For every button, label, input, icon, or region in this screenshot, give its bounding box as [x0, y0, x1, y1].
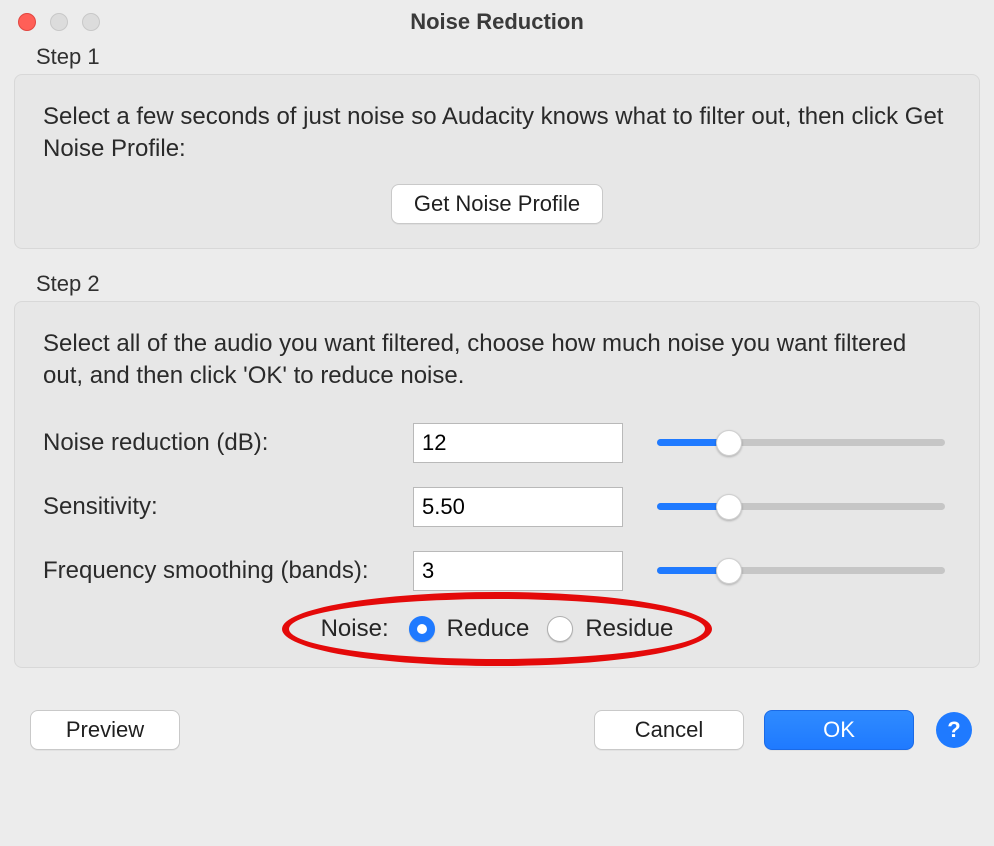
noise-reduction-row: Noise reduction (dB): — [43, 423, 951, 463]
noise-mode-residue-label: Residue — [585, 615, 673, 643]
frequency-smoothing-row: Frequency smoothing (bands): — [43, 551, 951, 591]
noise-mode-label: Noise: — [321, 615, 389, 643]
noise-reduction-slider[interactable] — [657, 431, 945, 455]
frequency-smoothing-slider[interactable] — [657, 559, 945, 583]
radio-icon — [409, 616, 435, 642]
radio-icon — [547, 616, 573, 642]
noise-mode-reduce-option[interactable]: Reduce — [409, 615, 530, 643]
noise-reduction-input[interactable] — [413, 423, 623, 463]
get-noise-profile-button[interactable]: Get Noise Profile — [391, 184, 603, 224]
frequency-smoothing-label: Frequency smoothing (bands): — [43, 557, 413, 585]
window-zoom-button[interactable] — [82, 13, 100, 31]
help-button[interactable]: ? — [936, 712, 972, 748]
noise-mode-reduce-label: Reduce — [447, 615, 530, 643]
titlebar: Noise Reduction — [0, 0, 994, 44]
window-close-button[interactable] — [18, 13, 36, 31]
window-title: Noise Reduction — [0, 9, 994, 35]
preview-button[interactable]: Preview — [30, 710, 180, 750]
noise-reduction-label: Noise reduction (dB): — [43, 429, 413, 457]
sensitivity-label: Sensitivity: — [43, 493, 413, 521]
frequency-smoothing-input[interactable] — [413, 551, 623, 591]
window-minimize-button[interactable] — [50, 13, 68, 31]
sensitivity-row: Sensitivity: — [43, 487, 951, 527]
step2-instructions: Select all of the audio you want filtere… — [43, 328, 951, 393]
noise-mode-row: Noise: Reduce Residue — [43, 615, 951, 643]
step2-heading: Step 2 — [36, 271, 994, 297]
ok-button[interactable]: OK — [764, 710, 914, 750]
step2-params: Noise reduction (dB): Sensitivity: — [43, 423, 951, 591]
step1-group: Select a few seconds of just noise so Au… — [14, 74, 980, 249]
step2-group: Select all of the audio you want filtere… — [14, 301, 980, 668]
slider-thumb[interactable] — [716, 558, 742, 584]
window-controls — [0, 13, 100, 31]
noise-mode-residue-option[interactable]: Residue — [547, 615, 673, 643]
slider-thumb[interactable] — [716, 430, 742, 456]
step1-instructions: Select a few seconds of just noise so Au… — [43, 101, 951, 166]
sensitivity-input[interactable] — [413, 487, 623, 527]
cancel-button[interactable]: Cancel — [594, 710, 744, 750]
dialog-footer: Preview Cancel OK ? — [0, 690, 994, 750]
sensitivity-slider[interactable] — [657, 495, 945, 519]
step1-heading: Step 1 — [36, 44, 994, 70]
slider-thumb[interactable] — [716, 494, 742, 520]
